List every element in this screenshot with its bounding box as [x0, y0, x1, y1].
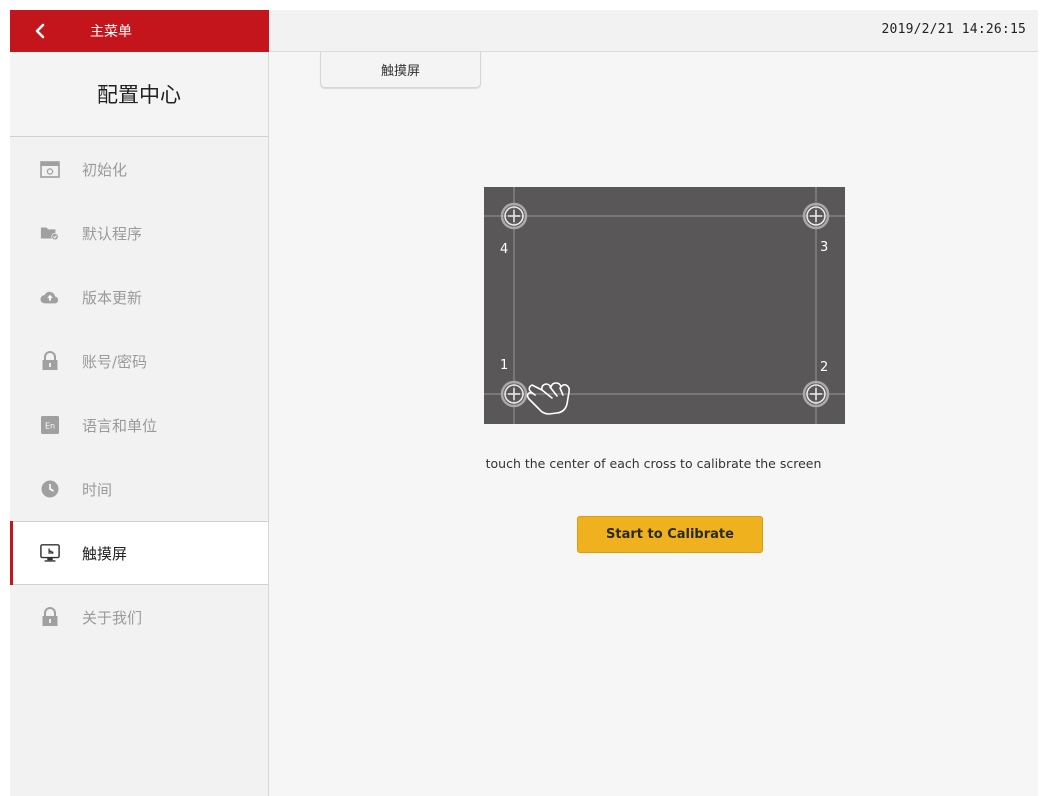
- start-calibrate-button[interactable]: Start to Calibrate: [577, 516, 763, 553]
- back-button[interactable]: [10, 10, 70, 52]
- language-en-icon: En: [40, 415, 60, 435]
- sidebar-item-account-password[interactable]: 账号/密码: [10, 329, 268, 393]
- top-bar: 2019/2/21 14:26:15: [269, 10, 1038, 52]
- sidebar: 配置中心 初始化 默认程序 版本更新 账号/密码 En 语言和单位 时间 触摸屏…: [10, 52, 269, 796]
- tab-touchscreen[interactable]: 触摸屏: [320, 52, 481, 88]
- sidebar-item-label: 触摸屏: [82, 544, 128, 563]
- svg-text:En: En: [45, 422, 55, 431]
- cross-target-1: [500, 380, 528, 408]
- point-label-3: 3: [820, 240, 828, 255]
- point-label-4: 4: [500, 242, 508, 257]
- sidebar-item-default-program[interactable]: 默认程序: [10, 201, 268, 265]
- cross-target-4: [500, 202, 528, 230]
- calibration-preview: 4 3 1 2: [484, 187, 845, 424]
- calibration-diagram: 4 3 1 2: [484, 187, 845, 424]
- lock-icon: [40, 351, 60, 371]
- sidebar-title: 配置中心: [10, 52, 268, 137]
- lock-icon: [40, 607, 60, 627]
- sidebar-item-label: 时间: [82, 480, 113, 499]
- hand-pointer-icon: [526, 382, 570, 415]
- sidebar-item-version-update[interactable]: 版本更新: [10, 265, 268, 329]
- point-label-1: 1: [500, 358, 508, 373]
- sidebar-item-language-units[interactable]: En 语言和单位: [10, 393, 268, 457]
- chevron-left-icon: [35, 23, 45, 39]
- sidebar-item-label: 默认程序: [82, 224, 143, 243]
- sidebar-item-label: 语言和单位: [82, 416, 158, 435]
- cloud-upload-icon: [40, 287, 60, 307]
- main-content: 触摸屏 4 3 1 2 touch the center of each cro…: [269, 52, 1038, 796]
- point-label-2: 2: [820, 360, 828, 375]
- sidebar-item-about-us[interactable]: 关于我们: [10, 585, 268, 649]
- cross-target-2: [802, 380, 830, 408]
- calibration-instruction: touch the center of each cross to calibr…: [485, 456, 822, 471]
- main-menu-title[interactable]: 主菜单: [90, 21, 132, 41]
- folder-check-icon: [40, 223, 60, 243]
- clock-icon: [40, 479, 60, 499]
- sidebar-item-label: 初始化: [82, 160, 128, 179]
- sidebar-item-label: 版本更新: [82, 288, 143, 307]
- datetime-display: 2019/2/21 14:26:15: [881, 22, 1026, 37]
- sidebar-item-init[interactable]: 初始化: [10, 137, 268, 201]
- main-menu-bar: 主菜单: [10, 10, 269, 52]
- calendar-icon: [40, 159, 60, 179]
- sidebar-item-touchscreen[interactable]: 触摸屏: [10, 521, 268, 585]
- sidebar-item-label: 账号/密码: [82, 352, 148, 371]
- cross-target-3: [802, 202, 830, 230]
- sidebar-item-label: 关于我们: [82, 608, 143, 627]
- sidebar-item-time[interactable]: 时间: [10, 457, 268, 521]
- touchscreen-icon: [40, 543, 60, 563]
